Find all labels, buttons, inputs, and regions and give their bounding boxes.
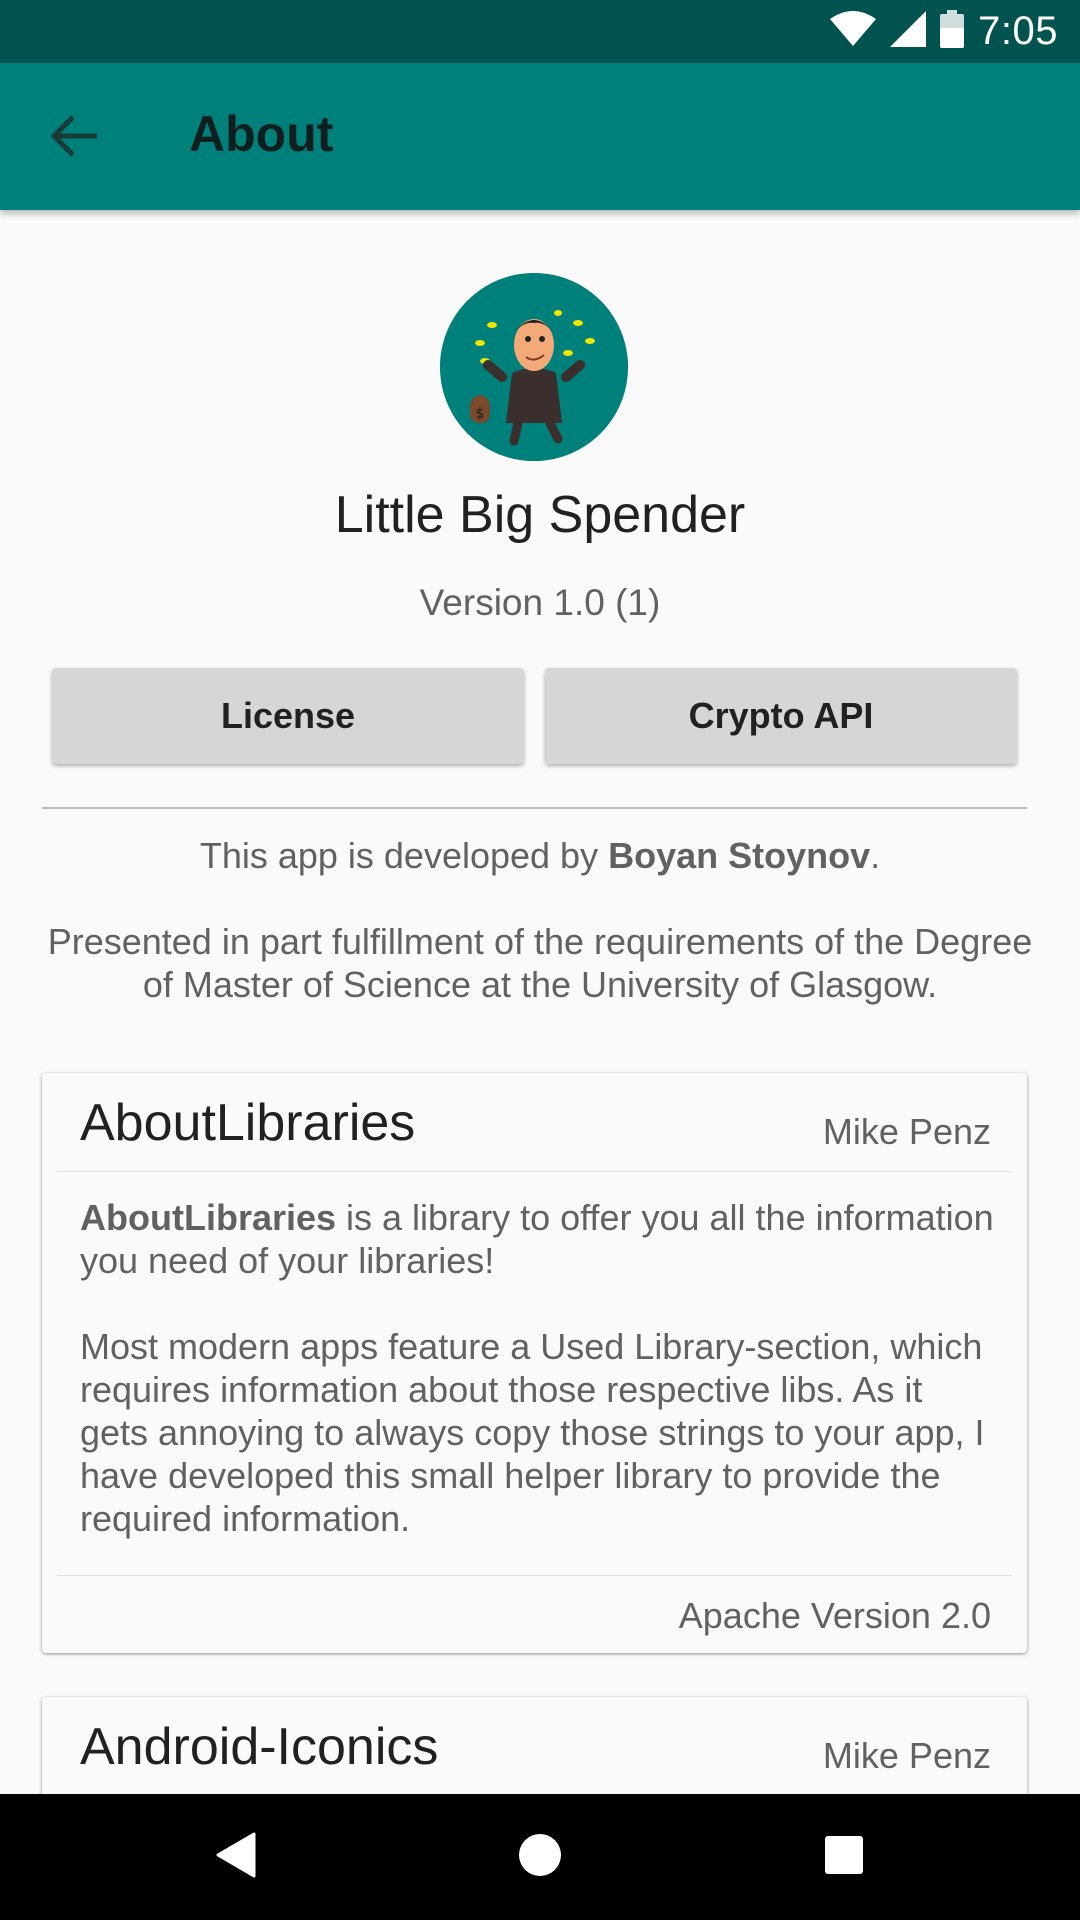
developer-prefix: This app is developed by: [199, 835, 609, 876]
card-divider: [57, 1575, 1012, 1576]
status-time: 7:05: [978, 9, 1058, 53]
card-divider: [57, 1171, 1012, 1172]
nav-recents-button[interactable]: [774, 1794, 914, 1920]
nav-home-button[interactable]: [470, 1794, 610, 1920]
divider: [42, 807, 1027, 809]
library-description-para1: AboutLibraries is a library to offer you…: [80, 1196, 1000, 1282]
app-version: Version 1.0 (1): [419, 582, 661, 623]
home-circle-icon: [518, 1833, 562, 1882]
library-card-header: AboutLibraries Mike Penz: [42, 1073, 1027, 1171]
status-icons: 7:05: [830, 0, 1058, 63]
battery-icon: [940, 10, 965, 53]
library-description: AboutLibraries is a library to offer you…: [80, 1196, 1000, 1583]
signal-icon: [890, 11, 927, 52]
nav-back-button[interactable]: [166, 1794, 306, 1920]
svg-text:$: $: [476, 406, 485, 422]
app-bar: About: [0, 63, 1080, 210]
page-title: About: [189, 106, 334, 162]
library-author[interactable]: Mike Penz: [823, 1735, 991, 1777]
library-card-header: Android-Iconics Mike Penz: [42, 1697, 1027, 1795]
library-name: Android-Iconics: [80, 1718, 439, 1776]
library-author[interactable]: Mike Penz: [823, 1111, 991, 1153]
navigation-bar: [0, 1794, 1080, 1920]
recents-square-icon: [824, 1835, 864, 1880]
library-card[interactable]: AboutLibraries Mike Penz AboutLibraries …: [42, 1073, 1027, 1653]
app-description: Presented in part fulfillment of the req…: [47, 921, 1033, 1005]
crypto-api-button[interactable]: Crypto API: [545, 668, 1017, 764]
library-name: AboutLibraries: [80, 1094, 416, 1152]
library-desc-bold: AboutLibraries: [80, 1197, 337, 1238]
app-logo: $: [440, 273, 628, 461]
wifi-icon: [830, 11, 877, 52]
license-button[interactable]: License: [52, 668, 524, 764]
developer-suffix: .: [870, 835, 881, 876]
arrow-back-icon: [49, 114, 98, 162]
developer-credit: This app is developed by Boyan Stoynov.: [0, 835, 1080, 877]
app-name: Little Big Spender: [334, 486, 746, 544]
status-bar: 7:05: [0, 0, 1080, 63]
developer-name: Boyan Stoynov: [608, 835, 871, 876]
back-button[interactable]: [28, 93, 118, 183]
library-license[interactable]: Apache Version 2.0: [679, 1595, 991, 1637]
back-triangle-icon: [216, 1832, 256, 1883]
library-description-para2: Most modern apps feature a Used Library-…: [80, 1326, 985, 1539]
